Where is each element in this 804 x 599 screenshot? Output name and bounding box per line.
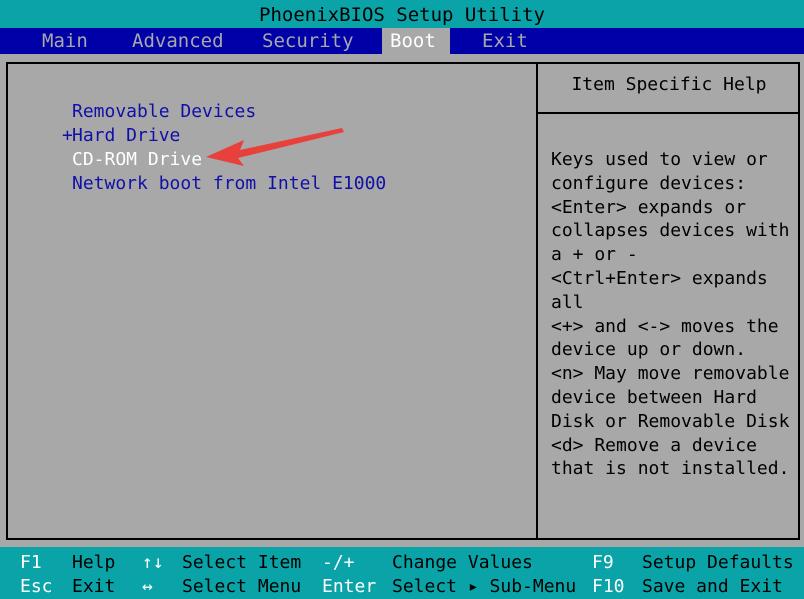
key-left-right-desc: Select Menu xyxy=(182,576,302,597)
help-text-line: <Ctrl+Enter> expands xyxy=(551,268,768,289)
help-text-line: a + or - xyxy=(551,244,638,266)
help-text-line: all xyxy=(551,291,584,313)
help-text-line: <+> and <-> moves the xyxy=(551,315,779,337)
key-f9: F9 xyxy=(592,552,614,573)
key-minus-plus-desc: Change Values xyxy=(392,552,533,573)
key-f1: F1 xyxy=(20,552,42,573)
boot-item-removable-devices[interactable]: Removable Devices xyxy=(62,100,256,124)
boot-item-label: CD-ROM Drive xyxy=(72,149,203,170)
help-text-line: configure devices: xyxy=(551,172,747,194)
key-enter: Enter xyxy=(322,576,377,597)
boot-item-network-boot[interactable]: Network boot from Intel E1000 xyxy=(62,172,386,196)
menu-boot[interactable]: Boot xyxy=(382,28,450,54)
footer-key-legend: F1 Help ↑↓ Select Item -/+ Change Values… xyxy=(0,547,804,599)
key-up-down: ↑↓ xyxy=(142,552,164,573)
key-f1-desc: Help xyxy=(72,552,116,573)
key-enter-desc: Select ▸ Sub-Menu xyxy=(392,576,577,597)
boot-item-label: Hard Drive xyxy=(72,125,181,146)
menu-bar: Main Advanced Security Boot Exit xyxy=(0,28,804,54)
boot-item-label: Removable Devices xyxy=(72,101,257,122)
menu-main[interactable]: Main xyxy=(34,28,96,54)
menu-security[interactable]: Security xyxy=(254,28,362,54)
help-panel-title: Item Specific Help xyxy=(571,74,767,95)
help-text-line: Keys used to view or xyxy=(551,149,768,170)
key-esc: Esc xyxy=(20,576,53,597)
help-title-divider xyxy=(536,112,800,114)
help-text-line: device between Hard xyxy=(551,387,757,408)
key-left-right: ↔ xyxy=(142,576,153,597)
help-text-line: collapses devices with xyxy=(551,220,790,242)
key-esc-desc: Exit xyxy=(72,576,116,597)
help-text-line: <Enter> expands or xyxy=(551,196,747,218)
boot-item-cd-rom-drive[interactable]: CD-ROM Drive xyxy=(62,148,202,172)
help-text-line: <n> May move removable xyxy=(551,363,790,385)
menu-advanced[interactable]: Advanced xyxy=(124,28,232,54)
help-text-line: Disk or Removable Disk xyxy=(551,410,790,432)
key-up-down-desc: Select Item xyxy=(182,552,302,573)
key-minus-plus: -/+ xyxy=(322,552,355,573)
panel-divider xyxy=(536,62,538,540)
help-text-line: device up or down. xyxy=(551,339,747,361)
menu-exit[interactable]: Exit xyxy=(474,28,536,54)
key-f10: F10 xyxy=(592,576,625,597)
boot-item-hard-drive[interactable]: +Hard Drive xyxy=(62,124,180,148)
help-text-line: that is not installed. xyxy=(551,458,790,480)
expand-marker: + xyxy=(62,125,73,146)
key-f10-desc: Save and Exit xyxy=(642,576,783,597)
key-f9-desc: Setup Defaults xyxy=(642,552,794,573)
window-title: PhoenixBIOS Setup Utility xyxy=(0,0,804,28)
boot-item-label: Network boot from Intel E1000 xyxy=(72,173,387,194)
help-text-line: <d> Remove a device xyxy=(551,434,757,456)
